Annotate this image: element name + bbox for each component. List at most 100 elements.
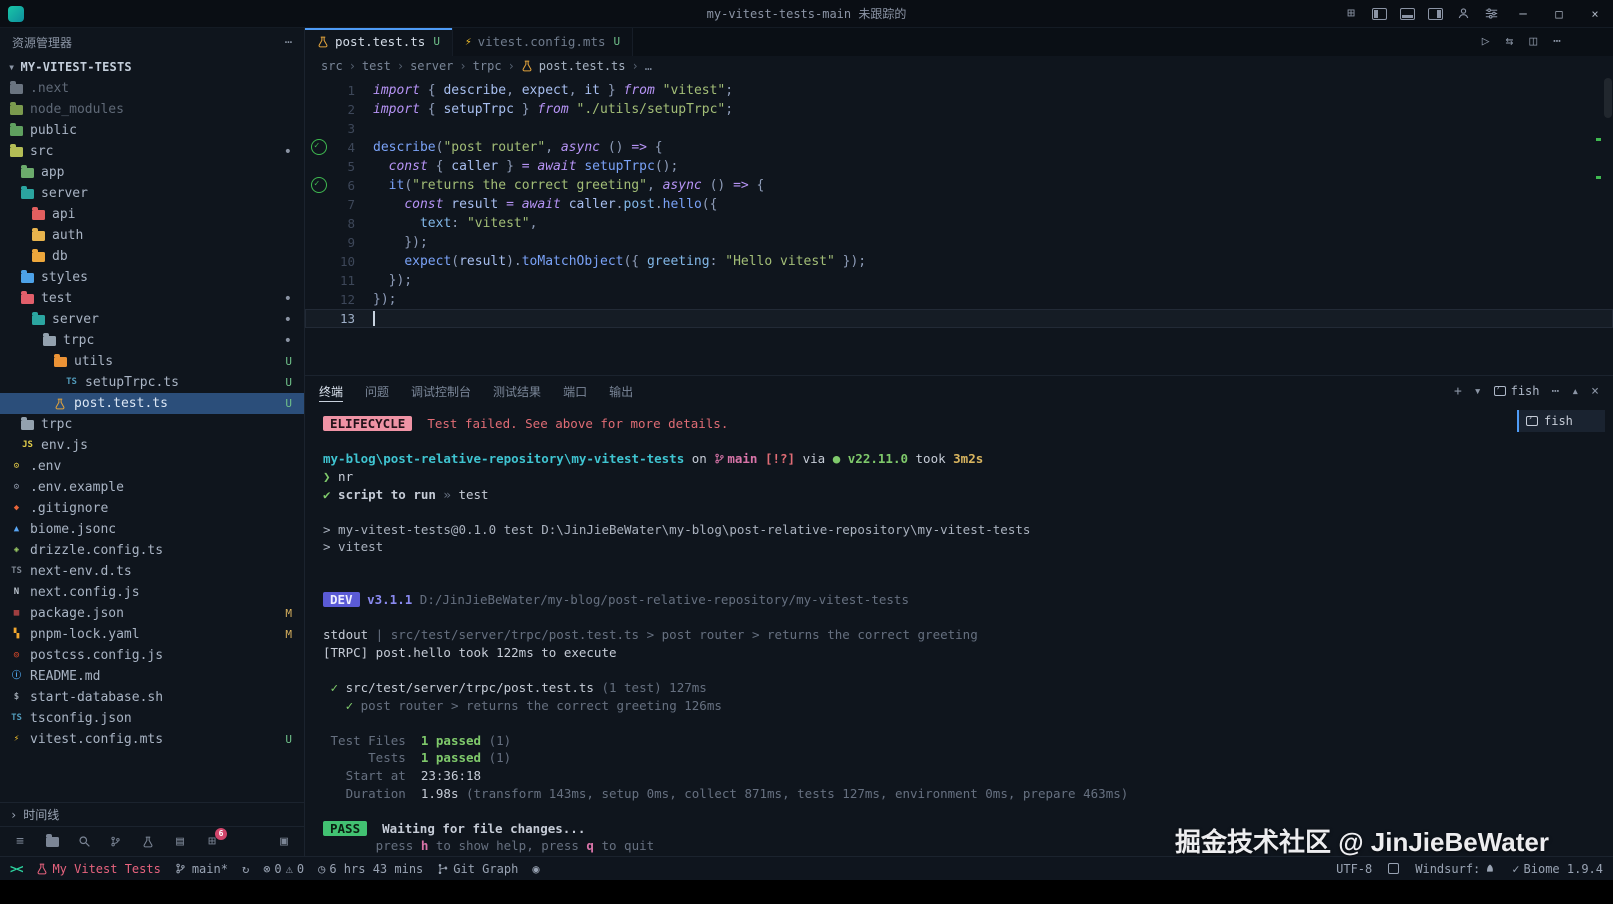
terminal-output[interactable]: ELIFECYCLE Test failed. See above for mo… <box>305 406 1517 856</box>
file-tree-item-start-database.sh[interactable]: $start-database.sh <box>0 687 304 708</box>
file-tree-item-db[interactable]: db <box>0 246 304 267</box>
file-tree-item-server[interactable]: server• <box>0 309 304 330</box>
file-tree-item-postcss.config.js[interactable]: ◎postcss.config.js <box>0 645 304 666</box>
app-logo-icon[interactable] <box>8 6 24 22</box>
file-tree-item-trpc[interactable]: trpc• <box>0 330 304 351</box>
file-tree-item-vitest.config.mts[interactable]: ⚡vitest.config.mtsU <box>0 729 304 750</box>
status-git-graph[interactable]: Git Graph <box>437 862 518 876</box>
file-tree-item-.env[interactable]: ⚙.env <box>0 456 304 477</box>
status-sync-icon[interactable]: ↻ <box>242 862 249 876</box>
breadcrumb-file[interactable]: post.test.ts <box>539 59 626 73</box>
test-pass-icon[interactable] <box>311 177 327 193</box>
breadcrumb-item-server[interactable]: server <box>410 59 453 73</box>
file-tree-item-utils[interactable]: utilsU <box>0 351 304 372</box>
account-icon[interactable] <box>1449 0 1477 28</box>
maximize-button[interactable]: □ <box>1541 0 1577 28</box>
file-tree-item-setupTrpc.ts[interactable]: TSsetupTrpc.tsU <box>0 372 304 393</box>
code-editor[interactable]: 1import { describe, expect, it } from "v… <box>305 76 1613 375</box>
more-actions-icon[interactable]: ⋯ <box>1553 34 1561 49</box>
file-tree-item-styles[interactable]: styles <box>0 267 304 288</box>
status-biome[interactable]: ✓ Biome 1.9.4 <box>1512 862 1603 876</box>
timeline-section[interactable]: › 时间线 <box>0 802 304 826</box>
toggle-panel-icon[interactable] <box>1393 0 1421 28</box>
screenshot-icon[interactable]: ▣ <box>276 834 292 849</box>
scrollbar-thumb[interactable] <box>1604 78 1612 118</box>
file-tree-item-.next[interactable]: .next <box>0 78 304 99</box>
status-encoding[interactable]: UTF-8 <box>1336 862 1372 876</box>
file-tree-item-auth[interactable]: auth <box>0 225 304 246</box>
new-terminal-icon[interactable]: + <box>1454 384 1462 399</box>
file-tree-item-public[interactable]: public <box>0 120 304 141</box>
breadcrumb-item-test[interactable]: test <box>362 59 391 73</box>
panel-tab-测试结果[interactable]: 测试结果 <box>493 376 541 406</box>
terminal-tab-fish[interactable]: fish <box>1517 410 1605 432</box>
file-tree-item-pnpm-lock.yaml[interactable]: ▚pnpm-lock.yamlM <box>0 624 304 645</box>
settings-icon[interactable] <box>1477 0 1505 28</box>
file-tree-item-next.config.js[interactable]: Nnext.config.js <box>0 582 304 603</box>
file-tree-item-.gitignore[interactable]: ◆.gitignore <box>0 498 304 519</box>
editor-scrollbar[interactable] <box>1603 76 1613 375</box>
maximize-panel-icon[interactable]: ▴ <box>1571 384 1579 399</box>
file-tree-item-api[interactable]: api <box>0 204 304 225</box>
panel-tab-调试控制台[interactable]: 调试控制台 <box>411 376 471 406</box>
file-tree-item-drizzle.config.ts[interactable]: ◈drizzle.config.ts <box>0 540 304 561</box>
breadcrumb-item-src[interactable]: src <box>321 59 343 73</box>
open-changes-icon[interactable]: ⇆ <box>1506 34 1514 49</box>
test-pass-icon[interactable] <box>311 139 327 155</box>
explorer-more-actions-icon[interactable]: ⋯ <box>285 35 292 49</box>
file-tree-item-post.test.ts[interactable]: post.test.tsU <box>0 393 304 414</box>
breadcrumb-item-trpc[interactable]: trpc <box>473 59 502 73</box>
minimize-button[interactable]: ─ <box>1505 0 1541 28</box>
toggle-sidebar-icon[interactable] <box>1365 0 1393 28</box>
close-panel-icon[interactable]: × <box>1591 384 1599 399</box>
workspace-root-folder[interactable]: ▾ MY-VITEST-TESTS <box>0 56 304 78</box>
status-time[interactable]: ◷ 6 hrs 43 mins <box>318 862 423 876</box>
editor-tab-post.test.ts[interactable]: post.test.tsU <box>305 28 453 56</box>
terminal-picker-chevron-icon[interactable]: ▾ <box>1474 384 1482 399</box>
breadcrumb-symbol[interactable]: … <box>645 59 652 73</box>
panel-tab-端口[interactable]: 端口 <box>563 376 587 406</box>
file-tree-item-env.js[interactable]: JSenv.js <box>0 435 304 456</box>
remote-indicator[interactable]: >< <box>10 862 22 876</box>
active-terminal-chip[interactable]: fish <box>1494 384 1540 398</box>
panel-tab-输出[interactable]: 输出 <box>609 376 633 406</box>
file-tree-item-.env.example[interactable]: ⚙.env.example <box>0 477 304 498</box>
menu-icon[interactable]: ≡ <box>12 834 28 849</box>
panel-tab-问题[interactable]: 问题 <box>365 376 389 406</box>
file-tree-item-trpc[interactable]: trpc <box>0 414 304 435</box>
file-tree-item-test[interactable]: test• <box>0 288 304 309</box>
outline-icon[interactable]: ▤ <box>172 834 188 849</box>
status-windsurf[interactable]: Windsurf: <box>1415 862 1496 876</box>
panel-more-actions-icon[interactable]: ⋯ <box>1552 384 1560 399</box>
file-tree-item-README.md[interactable]: ⓘREADME.md <box>0 666 304 687</box>
layout-grid-icon[interactable]: ⊞ <box>1337 0 1365 28</box>
split-editor-icon[interactable]: ◫ <box>1529 34 1537 49</box>
file-tree-item-node_modules[interactable]: node_modules <box>0 99 304 120</box>
file-icon: TS <box>10 566 23 577</box>
source-control-icon[interactable] <box>108 835 124 848</box>
close-button[interactable]: × <box>1577 0 1613 28</box>
status-testing[interactable]: My Vitest Tests <box>36 862 160 876</box>
extensions-icon[interactable]: ⊞6 <box>204 834 220 849</box>
explorer-icon[interactable] <box>44 837 60 847</box>
search-icon[interactable] <box>76 835 92 848</box>
git-status-badge: U <box>614 35 621 48</box>
panel-tab-终端[interactable]: 终端 <box>319 376 343 406</box>
status-record-icon[interactable]: ◉ <box>532 862 539 876</box>
status-branch[interactable]: main* <box>175 862 228 876</box>
file-tree-item-server[interactable]: server <box>0 183 304 204</box>
file-tree-item-tsconfig.json[interactable]: TStsconfig.json <box>0 708 304 729</box>
file-icon: JS <box>21 440 34 451</box>
file-tree-item-biome.jsonc[interactable]: ▲biome.jsonc <box>0 519 304 540</box>
toggle-secondary-sidebar-icon[interactable] <box>1421 0 1449 28</box>
editor-tab-vitest.config.mts[interactable]: ⚡vitest.config.mtsU <box>453 28 633 56</box>
testing-icon[interactable] <box>140 836 156 848</box>
file-tree-item-package.json[interactable]: ▦package.jsonM <box>0 603 304 624</box>
file-tree[interactable]: ▾ MY-VITEST-TESTS .nextnode_modulespubli… <box>0 56 304 802</box>
run-tests-icon[interactable]: ▷ <box>1482 34 1490 49</box>
notifications-icon[interactable] <box>1388 863 1399 874</box>
file-tree-item-app[interactable]: app <box>0 162 304 183</box>
status-problems[interactable]: ⊗ 0 ⚠ 0 <box>263 862 304 876</box>
file-tree-item-next-env.d.ts[interactable]: TSnext-env.d.ts <box>0 561 304 582</box>
file-tree-item-src[interactable]: src• <box>0 141 304 162</box>
